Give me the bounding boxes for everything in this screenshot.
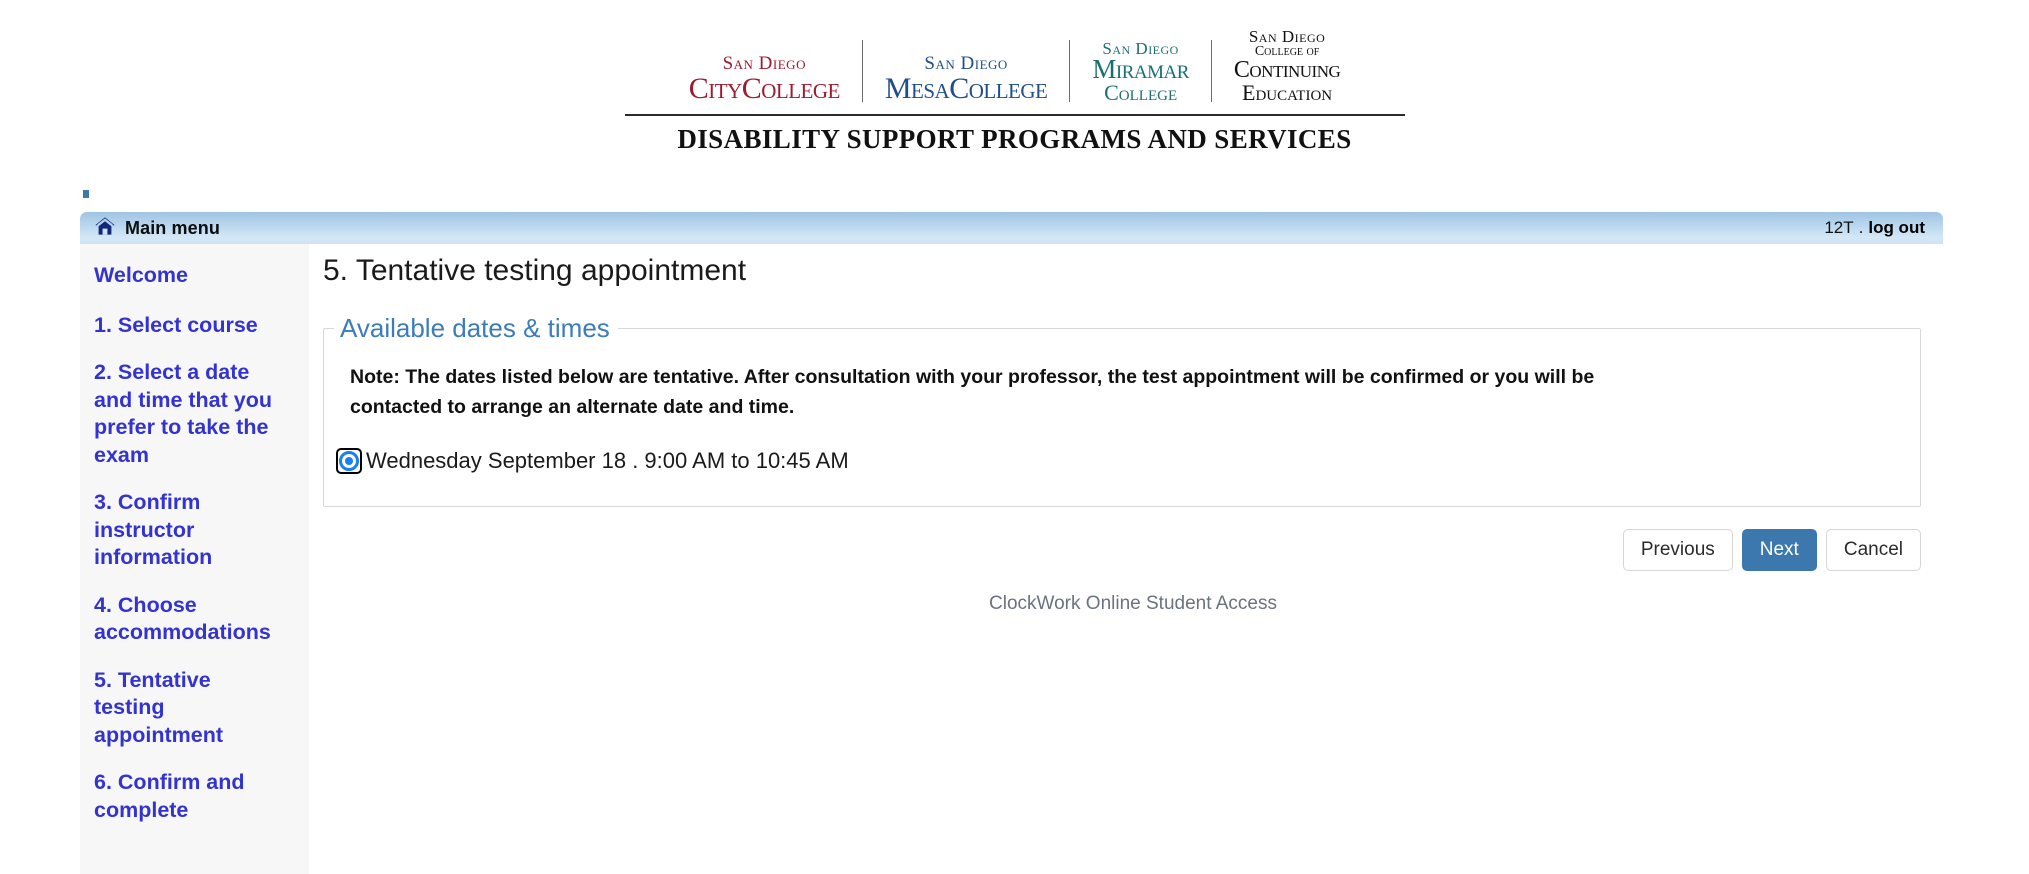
sidebar-item-confirm-and-complete[interactable]: 6. Confirm and complete — [94, 769, 287, 824]
logo-miramar-sub-text: College — [1104, 80, 1178, 105]
main-content: 5. Tentative testing appointment Availab… — [309, 244, 1943, 615]
sidebar-item-tentative-testing-appointment[interactable]: 5. Tentative testing appointment — [94, 667, 287, 750]
wizard-button-row: Previous Next Cancel — [323, 529, 1921, 572]
logo-city-top-text: San Diego — [722, 53, 806, 74]
page-title: 5. Tentative testing appointment — [323, 254, 747, 287]
main-menu-link[interactable]: Main menu — [94, 216, 220, 241]
sidebar-item-select-course[interactable]: 1. Select course — [94, 312, 287, 340]
logo-san-diego-college-of-continuing-education: San Diego College of Continuing Educatio… — [1212, 28, 1362, 104]
top-navigation-bar: Main menu 12T . log out — [80, 212, 1943, 244]
logo-ce-main-text: Continuing — [1233, 57, 1341, 84]
panel-legend: Available dates & times — [340, 313, 610, 343]
college-logo-row: San Diego CityCollege San Diego MesaColl… — [667, 26, 1363, 104]
logo-city-main-text: CityCollege — [688, 72, 841, 105]
account-user-id: 12T — [1824, 218, 1854, 237]
appointment-radio-button[interactable] — [336, 448, 362, 475]
navbar-account-area: 12T . log out — [1824, 218, 1925, 238]
wizard-step-sidebar: Welcome 1. Select course 2. Select a dat… — [80, 244, 309, 874]
previous-button[interactable]: Previous — [1622, 529, 1733, 572]
next-button[interactable]: Next — [1741, 529, 1817, 572]
logo-mesa-main-text: MesaCollege — [884, 72, 1048, 105]
sidebar-item-select-date-time[interactable]: 2. Select a date and time that you prefe… — [94, 359, 287, 469]
logo-san-diego-mesa-college: San Diego MesaCollege — [863, 54, 1070, 104]
account-separator: . — [1858, 218, 1864, 237]
page-bullet-marker — [83, 190, 89, 198]
department-title: DISABILITY SUPPORT PROGRAMS AND SERVICES — [677, 124, 1352, 154]
appointment-option-label[interactable]: Wednesday September 18 . 9:00 AM to 10:4… — [366, 450, 849, 472]
available-dates-times-panel: Available dates & times Note: The dates … — [323, 313, 1921, 508]
appointment-option-row[interactable]: Wednesday September 18 . 9:00 AM to 10:4… — [336, 448, 1920, 475]
footer-branding-text: ClockWork Online Student Access — [989, 593, 1277, 615]
sidebar-item-welcome[interactable]: Welcome — [94, 262, 287, 290]
logo-ce-sub-text: Education — [1242, 80, 1333, 105]
home-icon — [94, 216, 116, 241]
logo-mesa-top-text: San Diego — [924, 53, 1008, 74]
logo-miramar-main-text: Miramar — [1092, 54, 1189, 85]
sidebar-item-confirm-instructor-information[interactable]: 3. Confirm instructor information — [94, 489, 287, 572]
main-menu-label: Main menu — [125, 217, 220, 238]
tentative-dates-note: Note: The dates listed below are tentati… — [350, 366, 1595, 419]
cancel-button[interactable]: Cancel — [1825, 529, 1921, 572]
app-body: Welcome 1. Select course 2. Select a dat… — [80, 244, 1943, 874]
logout-link[interactable]: log out — [1868, 218, 1925, 238]
logo-san-diego-miramar-college: San Diego Miramar College — [1070, 40, 1211, 104]
application-shell: Main menu 12T . log out Welcome 1. Selec… — [80, 212, 1943, 874]
logo-san-diego-city-college: San Diego CityCollege — [667, 54, 862, 104]
sidebar-item-choose-accommodations[interactable]: 4. Choose accommodations — [94, 592, 287, 647]
logo-ce-top-text: San Diego — [1248, 27, 1326, 47]
brand-header: San Diego CityCollege San Diego MesaColl… — [0, 0, 2029, 155]
header-divider-rule — [624, 114, 1405, 116]
